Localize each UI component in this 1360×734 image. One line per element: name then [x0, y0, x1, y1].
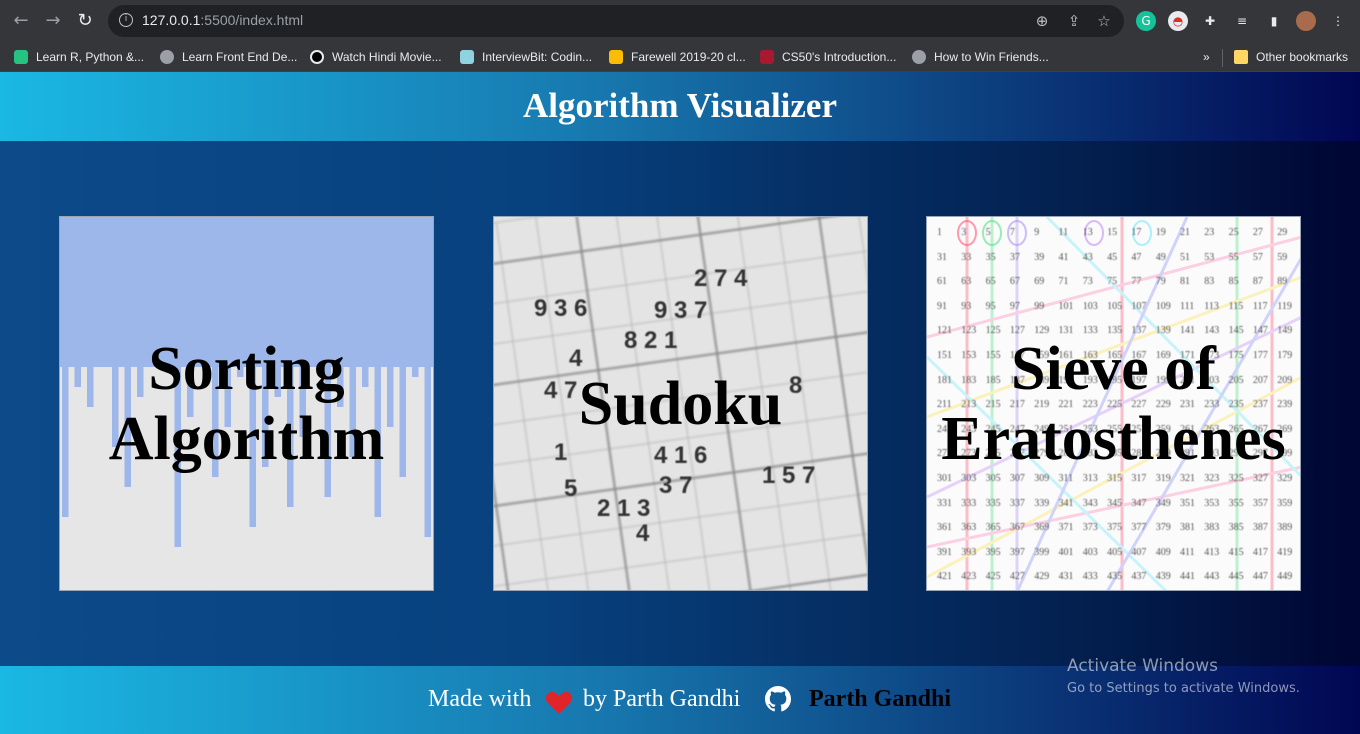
bookmark-item[interactable]: InterviewBit: Codin...	[460, 48, 592, 66]
bookmark-item[interactable]: Watch Hindi Movie...	[310, 48, 442, 66]
zoom-icon[interactable]: ⊕	[1032, 11, 1052, 31]
folder-icon	[1234, 50, 1248, 64]
photos-icon	[609, 50, 623, 64]
page-footer: Made with by Parth Gandhi Parth Gandhi	[0, 666, 1360, 734]
bookmark-label: Watch Hindi Movie...	[332, 50, 442, 64]
other-bookmarks-folder[interactable]: Other bookmarks	[1234, 48, 1348, 66]
reading-list-icon[interactable]: ≡	[1232, 11, 1252, 31]
bookmark-label: Learn R, Python &...	[36, 50, 145, 64]
bookmark-item[interactable]: Farewell 2019-20 cl...	[609, 48, 746, 66]
menu-kebab-icon[interactable]: ⋮	[1328, 11, 1348, 31]
sorting-algorithm-card[interactable]: Sorting Algorithm	[59, 216, 434, 591]
url-path: :5500/index.html	[200, 12, 304, 28]
share-icon[interactable]: ⇪	[1064, 11, 1084, 31]
sorting-card-label: Sorting Algorithm	[108, 334, 385, 473]
interviewbit-icon	[460, 50, 474, 64]
bookmark-label: InterviewBit: Codin...	[482, 50, 593, 64]
bookmark-label: Learn Front End De...	[182, 50, 298, 64]
forward-arrow-icon[interactable]: →	[40, 8, 66, 34]
harvard-icon	[760, 50, 774, 64]
bookmark-divider	[1222, 49, 1223, 67]
windows-activation-title: Activate Windows	[1067, 656, 1218, 676]
site-info-icon[interactable]: i	[119, 13, 133, 27]
url-text[interactable]: 127.0.0.1:5500/index.html	[142, 12, 303, 28]
bookmark-label: Farewell 2019-20 cl...	[631, 50, 746, 64]
side-panel-icon[interactable]: ▮	[1264, 11, 1284, 31]
footer-author: by Parth Gandhi	[583, 686, 741, 712]
bookmark-star-icon[interactable]: ☆	[1094, 11, 1114, 31]
bookmark-item[interactable]: How to Win Friends...	[912, 48, 1049, 66]
github-icon[interactable]	[765, 686, 791, 712]
extensions-puzzle-icon[interactable]: ✚	[1200, 11, 1220, 31]
sieve-of-eratosthenes-card[interactable]: 1 3 5 7 9 11 13 15 17 19 21 23 25 27 29 31 33 35 37 39 41 43 4…	[926, 216, 1301, 591]
page-header: Algorithm Visualizer	[0, 72, 1360, 141]
heart-icon	[545, 692, 573, 714]
sudoku-card-label: Sudoku	[578, 369, 783, 438]
pokeball-extension-icon[interactable]: ◓	[1168, 11, 1188, 31]
bookmarks-bar: Learn R, Python &... Learn Front End De.…	[0, 42, 1360, 72]
other-bookmarks-label: Other bookmarks	[1256, 50, 1349, 64]
footer-made-with: Made with	[428, 686, 532, 712]
bookmark-favicon-icon	[14, 50, 28, 64]
play-icon	[310, 50, 324, 64]
bookmark-item[interactable]: CS50's Introduction...	[760, 48, 896, 66]
profile-avatar[interactable]	[1296, 11, 1316, 31]
bookmark-item[interactable]: Learn Front End De...	[160, 48, 297, 66]
browser-toolbar: ← → ↻ i 127.0.0.1:5500/index.html ⊕ ⇪ ☆ …	[0, 0, 1360, 42]
url-host: 127.0.0.1	[142, 12, 201, 28]
page-title: Algorithm Visualizer	[523, 86, 837, 125]
reload-icon[interactable]: ↻	[72, 8, 98, 34]
sudoku-card[interactable]: 9 3 6 9 3 7 2 7 4 8 2 1 4 4 7 8 1 4 1 6 …	[493, 216, 868, 591]
bookmark-label: How to Win Friends...	[934, 50, 1049, 64]
globe-icon	[160, 50, 174, 64]
globe-icon	[912, 50, 926, 64]
sieve-card-label: Sieve of Eratosthenes	[941, 334, 1286, 473]
bookmarks-overflow-button[interactable]: »	[1203, 48, 1210, 66]
bookmark-label: CS50's Introduction...	[782, 50, 897, 64]
windows-activation-subtitle: Go to Settings to activate Windows.	[1067, 681, 1300, 696]
grammarly-extension-icon[interactable]: G	[1136, 11, 1156, 31]
page-body: Algorithm Visualizer Sorting Algorithm 9…	[0, 72, 1360, 734]
address-bar[interactable]: i 127.0.0.1:5500/index.html ⊕ ⇪ ☆	[108, 5, 1124, 37]
github-profile-link[interactable]: Parth Gandhi	[809, 686, 951, 713]
bookmark-item[interactable]: Learn R, Python &...	[14, 48, 144, 66]
back-arrow-icon[interactable]: ←	[8, 8, 34, 34]
